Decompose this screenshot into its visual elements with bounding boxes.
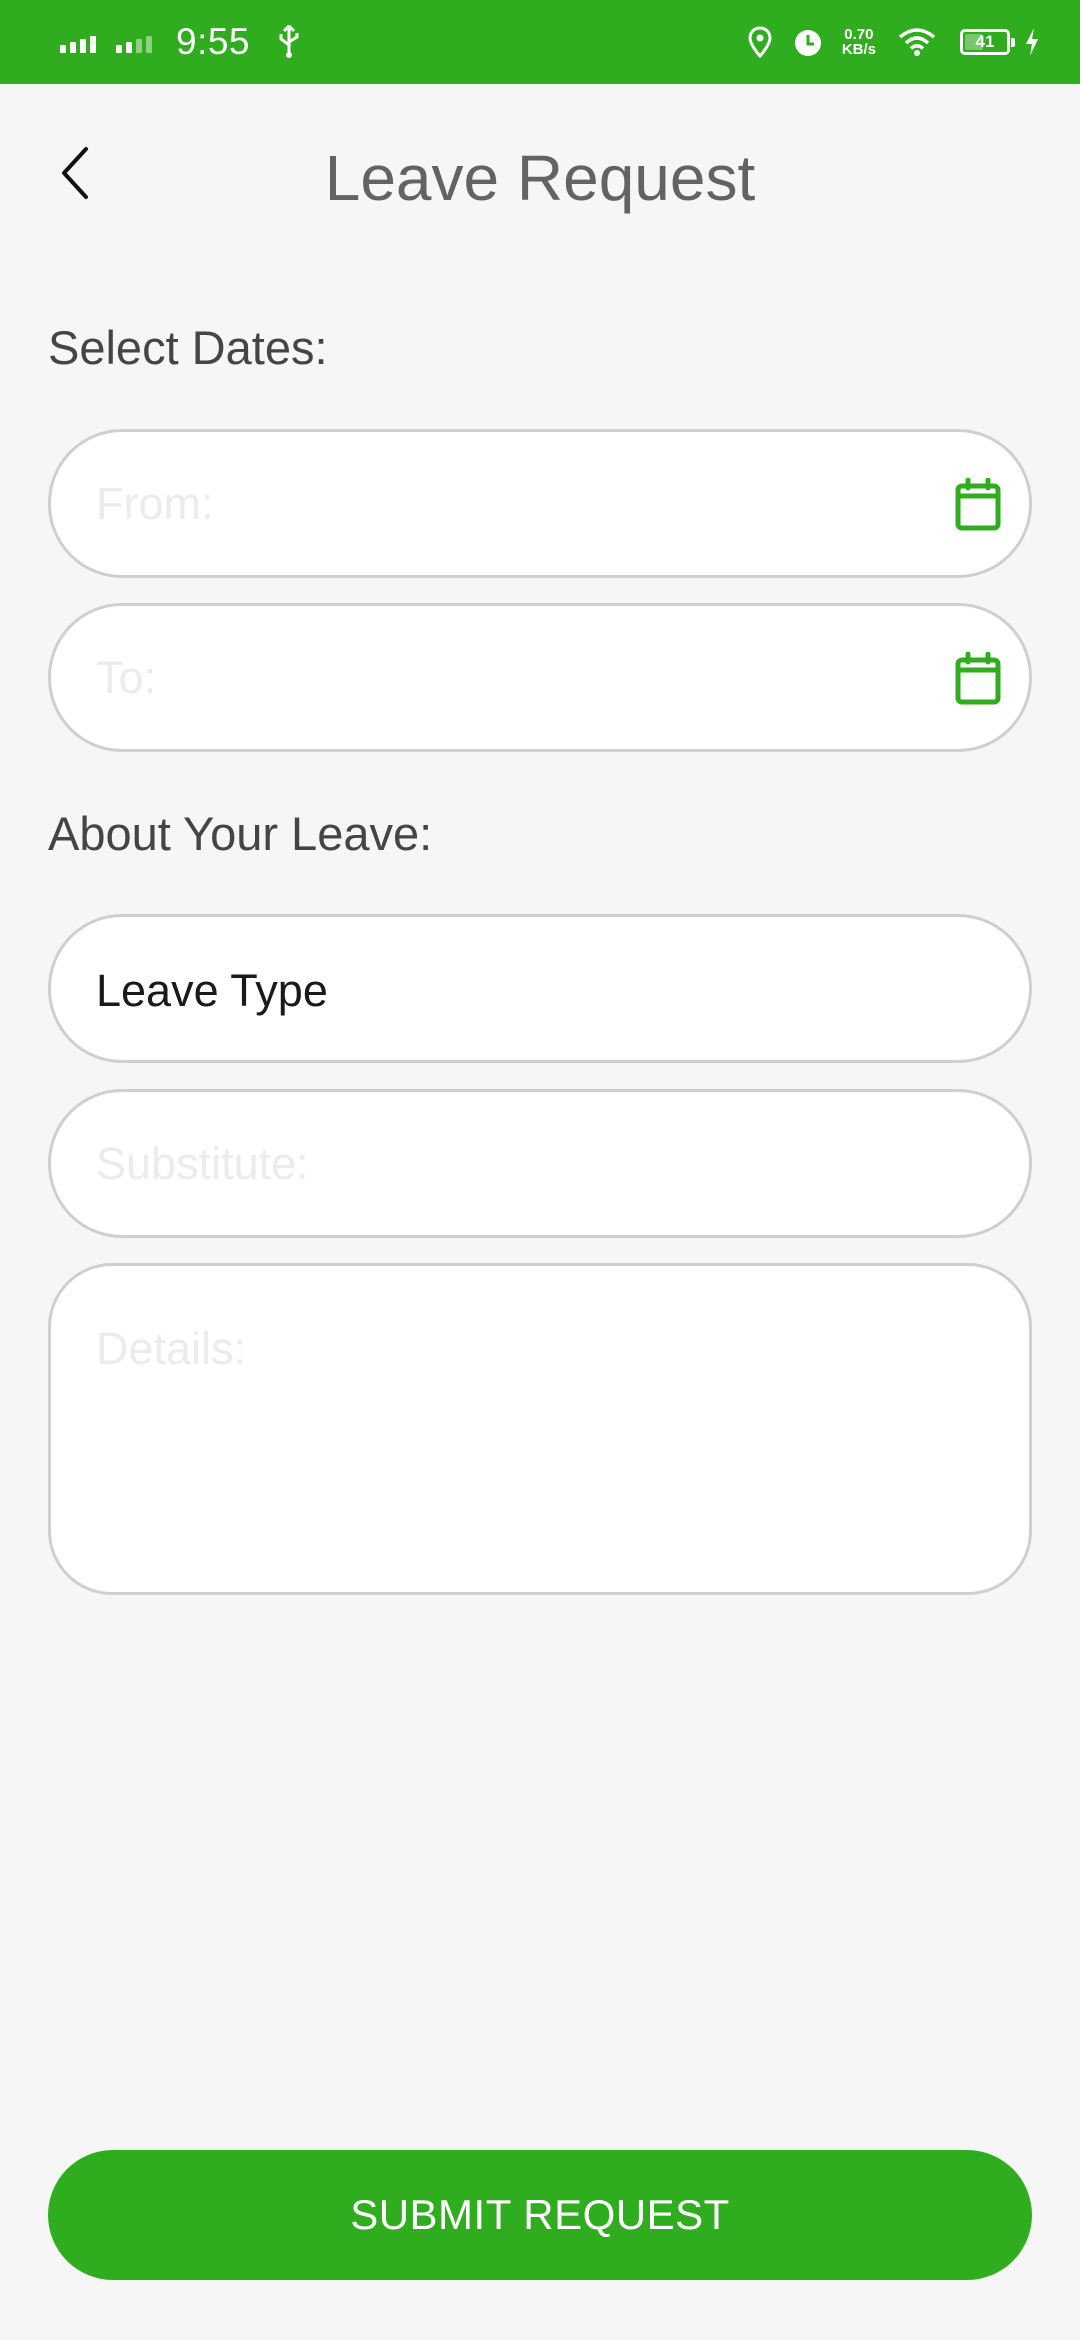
substitute-input[interactable] <box>96 1138 976 1190</box>
signal-icon-secondary <box>116 31 152 53</box>
calendar-icon[interactable] <box>955 477 1001 537</box>
battery-icon: 41 <box>960 29 1015 55</box>
from-date-field[interactable] <box>48 429 1032 578</box>
battery-level: 41 <box>975 32 995 51</box>
leave-type-select[interactable]: Leave Type <box>48 914 1032 1063</box>
select-dates-label: Select Dates: <box>48 321 328 374</box>
to-date-field[interactable] <box>48 603 1032 752</box>
alarm-icon <box>792 26 824 58</box>
net-speed: 0.70 KB/s <box>842 27 876 57</box>
signal-icon <box>60 31 96 53</box>
status-bar-left: 9:55 <box>60 0 302 84</box>
net-speed-unit: KB/s <box>841 41 876 58</box>
net-speed-value: 0.70 <box>844 26 874 43</box>
page-title: Leave Request <box>324 142 756 214</box>
details-textarea[interactable] <box>96 1323 976 1563</box>
leave-type-value: Leave Type <box>96 965 328 1016</box>
calendar-icon[interactable] <box>955 651 1001 711</box>
details-field[interactable] <box>48 1263 1032 1595</box>
usb-icon <box>276 25 302 59</box>
substitute-field[interactable] <box>48 1089 1032 1238</box>
wifi-icon <box>898 27 936 57</box>
submit-request-button[interactable]: SUBMIT REQUEST <box>48 2150 1032 2280</box>
to-date-input[interactable] <box>96 652 936 704</box>
charging-icon <box>1024 27 1040 57</box>
status-time: 9:55 <box>176 21 251 62</box>
status-bar-right: 0.70 KB/s 41 <box>748 0 1040 84</box>
status-bar: 9:55 0.70 KB/s 41 <box>0 0 1080 84</box>
from-date-input[interactable] <box>96 478 936 530</box>
about-leave-label: About Your Leave: <box>48 807 433 860</box>
location-icon <box>748 26 772 58</box>
